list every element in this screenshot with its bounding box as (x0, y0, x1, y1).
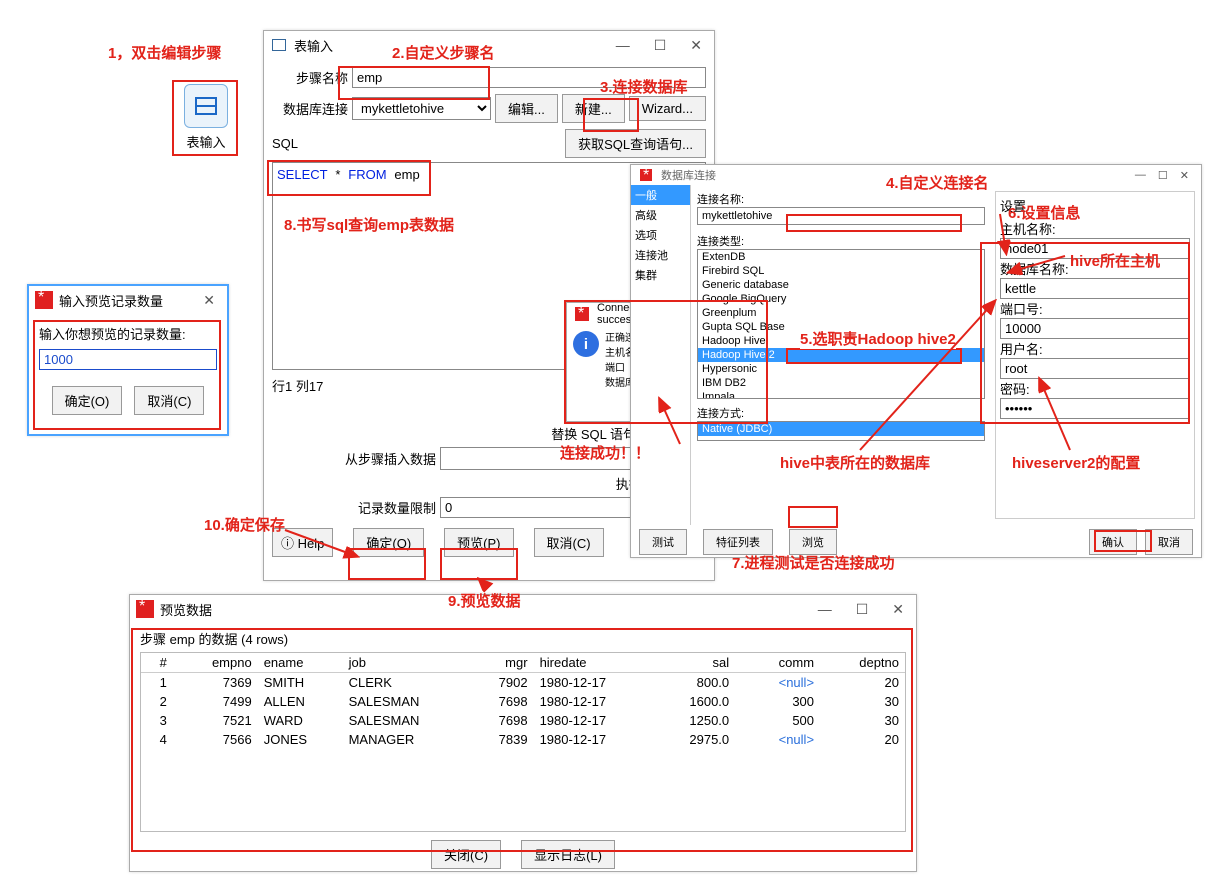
annot-4: 4.自定义连接名 (886, 172, 989, 193)
get-sql-button[interactable]: 获取SQL查询语句... (565, 129, 706, 158)
annot-6: 6.设置信息 (1008, 202, 1081, 223)
cancel-button[interactable]: 取消 (1145, 529, 1193, 555)
nav-cluster[interactable]: 集群 (631, 265, 690, 285)
list-item-selected[interactable]: Native (JDBC) (698, 422, 984, 436)
sql-label: SQL (272, 136, 298, 151)
redbox-conntest (564, 300, 768, 424)
list-item[interactable]: ExtenDB (698, 250, 984, 264)
wizard-conn-button[interactable]: Wizard... (629, 96, 706, 121)
redbox-previewcount (33, 320, 221, 430)
dialog-title: 输入预览记录数量 (59, 291, 203, 310)
redbox-connname (786, 214, 962, 232)
redbox-test-btn (788, 506, 838, 528)
nav-pool[interactable]: 连接池 (631, 245, 690, 265)
redbox-sql (267, 160, 431, 196)
annot-10: 10.确定保存 (204, 514, 285, 535)
edit-conn-button[interactable]: 编辑... (495, 94, 558, 123)
redbox-hive2 (786, 348, 962, 364)
maximize-icon[interactable]: ☐ (1158, 169, 1168, 182)
minimize-icon[interactable]: — (616, 37, 630, 54)
minimize-icon[interactable]: — (1135, 169, 1146, 182)
annot-conn-ok: 连接成功！！ (560, 442, 650, 463)
conn-method-list[interactable]: Native (JDBC) (697, 421, 985, 441)
redbox-new-btn (583, 98, 639, 132)
nav-options[interactable]: 选项 (631, 225, 690, 245)
nav-advanced[interactable]: 高级 (631, 205, 690, 225)
kettle-icon (35, 291, 53, 309)
step-name-label: 步骤名称 (272, 68, 348, 87)
conn-type-label: 连接类型: (697, 233, 985, 249)
close-icon[interactable]: ✕ (203, 292, 215, 309)
table-input-icon (270, 36, 288, 54)
annot-1: 1，双击编辑步骤 (108, 42, 221, 63)
close-icon[interactable]: ✕ (1180, 169, 1189, 182)
annot-hs2: hiveserver2的配置 (1012, 452, 1140, 473)
annot-5: 5.选职责Hadoop hive2 (800, 328, 956, 349)
redbox-previewdata (131, 628, 913, 852)
close-icon[interactable]: ✕ (690, 37, 702, 54)
conn-name-label: 连接名称: (697, 191, 985, 207)
redbox-preview (440, 548, 518, 580)
redbox-stepname (338, 66, 490, 100)
list-item[interactable]: Firebird SQL (698, 264, 984, 278)
list-item[interactable]: Generic database (698, 278, 984, 292)
annot-3: 3.连接数据库 (600, 76, 688, 97)
cancel-button[interactable]: 取消(C) (534, 528, 604, 557)
test-button[interactable]: 测试 (639, 529, 687, 555)
annot-2: 2.自定义步骤名 (392, 42, 495, 63)
db-conn-select[interactable]: mykettletohive (352, 97, 491, 120)
maximize-icon[interactable]: ☐ (654, 37, 667, 54)
annot-6b: hive所在主机 (1070, 250, 1160, 271)
minimize-icon[interactable]: — (818, 601, 832, 618)
kettle-icon (136, 600, 154, 618)
close-icon[interactable]: ✕ (892, 601, 904, 618)
annot-7: 7.进程测试是否连接成功 (732, 552, 895, 573)
annot-hivedb: hive中表所在的数据库 (780, 452, 930, 473)
annot-8: 8.书写sql查询emp表数据 (284, 214, 454, 235)
nav-general[interactable]: 一般 (631, 185, 690, 205)
kettle-icon (640, 169, 652, 181)
maximize-icon[interactable]: ☐ (856, 601, 869, 618)
annot-9: 9.预览数据 (448, 590, 521, 611)
redbox-ok (348, 548, 426, 580)
redbox-step-icon (172, 80, 238, 156)
record-limit-label: 记录数量限制 (272, 498, 436, 517)
db-conn-label: 数据库连接 (272, 99, 348, 118)
redbox-ok-btn (1094, 530, 1152, 552)
from-step-label: 从步骤插入数据 (272, 449, 436, 468)
